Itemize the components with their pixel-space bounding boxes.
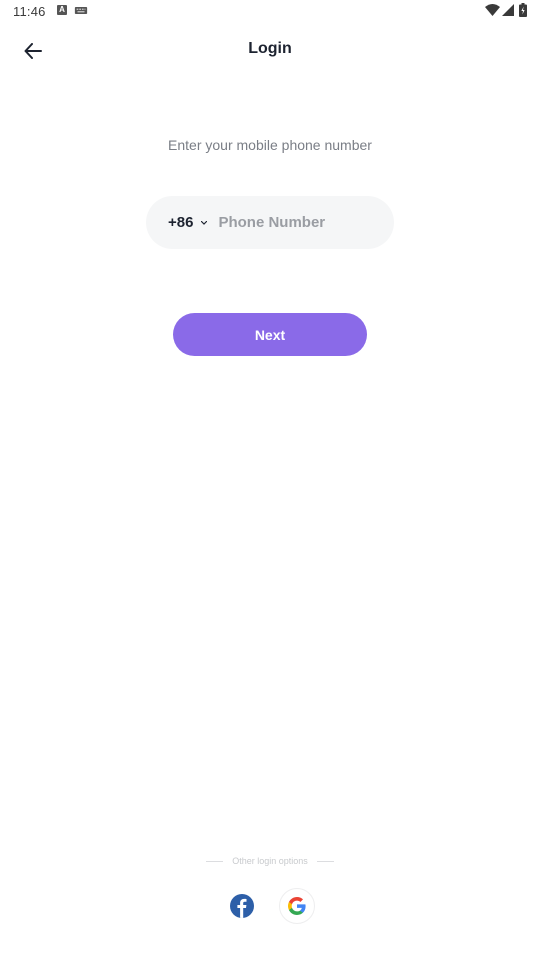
status-time: 11:46 [13, 4, 46, 19]
keyboard-icon [74, 7, 88, 14]
country-code-label: +86 [168, 214, 194, 231]
google-icon [288, 897, 306, 915]
signal-icon [502, 4, 514, 16]
page-title: Login [248, 40, 292, 57]
google-login-button[interactable] [279, 888, 315, 924]
chevron-down-icon [201, 220, 208, 225]
other-login-divider: Other login options [0, 855, 540, 867]
text-a-icon: A [57, 5, 67, 15]
social-login-row [0, 887, 540, 925]
phone-number-field: +86 [146, 196, 394, 249]
country-code-selector[interactable]: +86 [168, 214, 218, 231]
facebook-icon [237, 898, 247, 918]
phone-prompt: Enter your mobile phone number [168, 137, 372, 153]
facebook-login-button[interactable] [230, 894, 254, 918]
status-bar: 11:46 A [0, 0, 540, 24]
other-login-label: Other login options [232, 856, 308, 866]
battery-icon [519, 3, 527, 17]
wifi-icon [485, 4, 500, 16]
divider-left [206, 860, 224, 862]
next-button[interactable]: Next [173, 313, 367, 356]
divider-right [316, 860, 334, 862]
phone-number-input[interactable] [218, 214, 369, 231]
